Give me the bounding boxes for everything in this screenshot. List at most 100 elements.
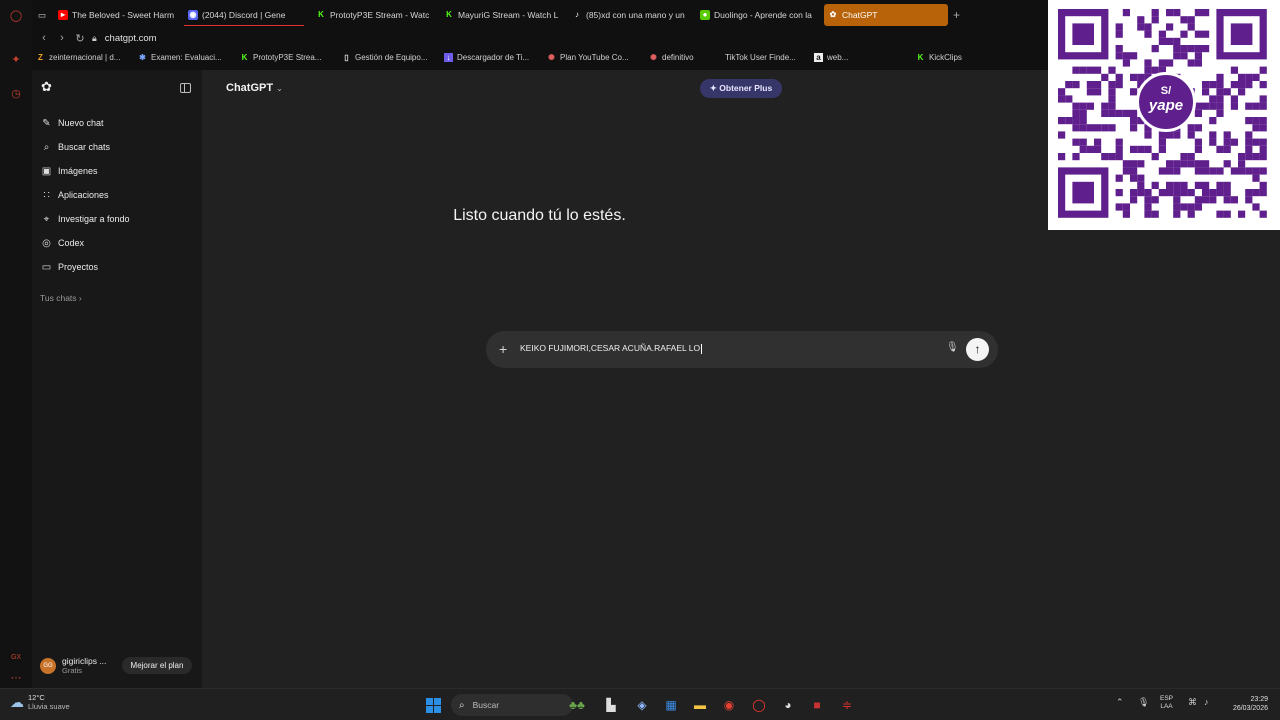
network-icon[interactable]: ⌘ xyxy=(1188,697,1197,708)
add-attachment-icon[interactable]: + xyxy=(499,341,507,357)
get-plus-button[interactable]: ✦ Obtener Plus xyxy=(700,79,782,98)
sidebar-item-apps[interactable]: ∷ Aplicaciones xyxy=(41,187,108,203)
microphone-icon[interactable]: 🎙︎ xyxy=(946,342,959,353)
sidebar-item-codex[interactable]: ◎ Codex xyxy=(41,235,84,251)
streaming-app-icon[interactable]: ≑ xyxy=(839,697,855,713)
qr-module xyxy=(1194,45,1202,53)
sidebar-toggle-icon[interactable] xyxy=(180,83,191,93)
store-icon[interactable]: ▦ xyxy=(663,697,679,713)
chevron-up-icon[interactable]: ⌃ xyxy=(1116,697,1124,708)
qr-module xyxy=(1130,145,1138,153)
tab-list-icon[interactable]: ▭ xyxy=(34,4,48,26)
taskbar-search[interactable]: ⌕ Buscar xyxy=(451,694,573,716)
bookmark-item[interactable]: K KickClips xyxy=(916,53,962,62)
bookmark-item[interactable]: K PrototyP3E Strea... xyxy=(240,53,322,62)
windows-start-icon[interactable] xyxy=(426,698,441,713)
qr-module xyxy=(1130,196,1138,204)
your-chats-section[interactable]: Tus chats › xyxy=(40,293,82,303)
prompt-input[interactable]: KEIKO FUJIMORI,CESAR ACUÑA.RAFAEL LO xyxy=(520,343,920,357)
bookmark-item[interactable]: ✱ Examen: Evaluaci... xyxy=(138,53,222,62)
qr-module xyxy=(1252,124,1260,132)
sidebar-item-images[interactable]: ▣ Imágenes xyxy=(41,163,98,179)
opera-logo-icon[interactable]: ◯ xyxy=(8,8,24,24)
qr-module xyxy=(1166,181,1174,189)
qr-module xyxy=(1238,73,1246,81)
model-selector[interactable]: ChatGPT ⌄ xyxy=(226,82,283,94)
tab-item[interactable]: ◉ (2044) Discord | Gene xyxy=(184,4,304,26)
url-field[interactable]: chatgpt.com xyxy=(105,33,157,44)
tab-item[interactable]: ● Duolingo - Aprende con la xyxy=(696,4,816,26)
gx-control-icon[interactable]: ✦ xyxy=(8,52,24,68)
qr-module xyxy=(1151,196,1159,204)
bookmark-item[interactable]: ↓ Descargador de Ti... xyxy=(444,53,529,62)
discord-taskbar-icon[interactable]: ◕ xyxy=(780,697,796,713)
back-icon[interactable]: ‹ xyxy=(38,32,50,44)
bookmark-item[interactable]: ✺ definitivo xyxy=(649,53,693,62)
qr-module xyxy=(1122,203,1130,211)
reload-icon[interactable]: ↻ xyxy=(74,32,86,45)
qr-module xyxy=(1137,160,1145,168)
clock[interactable]: 23:29 26/03/2026 xyxy=(1224,695,1268,713)
sidebar-item-new-chat[interactable]: ✎ Nuevo chat xyxy=(41,115,103,131)
qr-module xyxy=(1230,66,1238,74)
more-icon[interactable]: ⋯ xyxy=(8,670,24,686)
bookmark-item[interactable]: ✺ Plan YouTube Co... xyxy=(547,53,629,62)
bookmark-item[interactable]: Zzeinternacional | d... xyxy=(36,53,120,62)
qr-module xyxy=(1245,145,1253,153)
qr-module xyxy=(1144,59,1152,67)
tab-item-active[interactable]: ✿ ChatGPT xyxy=(824,4,948,26)
task-view-icon[interactable]: ▙ xyxy=(603,697,619,713)
qr-module xyxy=(1173,131,1181,139)
weather-widget[interactable]: ☁ 12°C Lluvia suave xyxy=(10,693,70,711)
send-button[interactable]: ↑ xyxy=(966,338,989,361)
sidebar-item-projects[interactable]: ▭ Proyectos xyxy=(41,259,98,275)
user-menu[interactable]: GG gigiriclips ... Gratis xyxy=(40,656,106,676)
qr-module xyxy=(1252,167,1260,175)
qr-module xyxy=(1194,9,1202,17)
file-explorer-icon[interactable]: ▬ xyxy=(692,697,708,713)
qr-module xyxy=(1086,124,1094,132)
volume-icon[interactable]: ♪ xyxy=(1204,697,1209,707)
qr-module xyxy=(1259,124,1267,132)
language-indicator[interactable]: ESP LAA xyxy=(1160,695,1173,711)
qr-module xyxy=(1130,124,1138,132)
qr-module xyxy=(1115,138,1123,146)
openai-logo-icon[interactable]: ✿ xyxy=(41,80,55,94)
sidebar-item-search-chats[interactable]: ⌕ Buscar chats xyxy=(41,139,110,155)
opera-gx-icon[interactable]: ◯ xyxy=(751,697,767,713)
qr-module xyxy=(1216,81,1224,89)
new-tab-button[interactable]: + xyxy=(953,8,960,22)
upgrade-plan-button[interactable]: Mejorar el plan xyxy=(122,657,192,674)
qr-module xyxy=(1158,131,1166,139)
qr-module xyxy=(1115,52,1123,60)
forward-icon[interactable]: › xyxy=(56,32,68,44)
chrome-icon[interactable]: ◉ xyxy=(721,697,737,713)
trees-widget-icon[interactable]: ♣♣ xyxy=(562,697,592,713)
bookmark-item[interactable]: a web... xyxy=(814,53,848,62)
bookmark-item[interactable]: ♪ TikTok User Finde... xyxy=(712,53,796,62)
qr-module xyxy=(1122,109,1130,117)
tab-item[interactable]: ♪ (85)xd con una mano y un xyxy=(568,4,688,26)
qr-module xyxy=(1115,203,1123,211)
chevron-right-icon: › xyxy=(78,293,82,303)
microphone-icon[interactable]: 🎙︎ xyxy=(1138,697,1149,708)
gx-logo-icon[interactable]: GX xyxy=(8,650,24,666)
tab-item[interactable]: K MayuriG Stream - Watch L xyxy=(440,4,560,26)
history-icon[interactable]: ◷ xyxy=(8,86,24,102)
qr-module xyxy=(1072,117,1080,125)
qr-module xyxy=(1223,189,1231,197)
tab-item[interactable]: K PrototyP3E Stream - Watc xyxy=(312,4,432,26)
qr-module xyxy=(1202,181,1210,189)
qr-module xyxy=(1115,23,1123,31)
bookmark-item[interactable]: ▯ Gestión de Equipo... xyxy=(342,53,427,62)
lock-icon[interactable]: 🔒︎ xyxy=(92,33,97,44)
tab-bar: ▭ ▸ The Beloved - Sweet Harm ◉ (2044) Di… xyxy=(32,0,1048,28)
copilot-icon[interactable]: ◈ xyxy=(634,697,650,713)
qr-module xyxy=(1166,189,1174,197)
qr-module xyxy=(1115,145,1123,153)
qr-module xyxy=(1173,160,1181,168)
qr-module xyxy=(1115,45,1123,53)
tab-item[interactable]: ▸ The Beloved - Sweet Harm xyxy=(54,4,178,26)
address-bar: ‹ › ↻ 🔒︎ chatgpt.com xyxy=(32,28,1048,48)
app-icon[interactable]: ■ xyxy=(809,697,825,713)
